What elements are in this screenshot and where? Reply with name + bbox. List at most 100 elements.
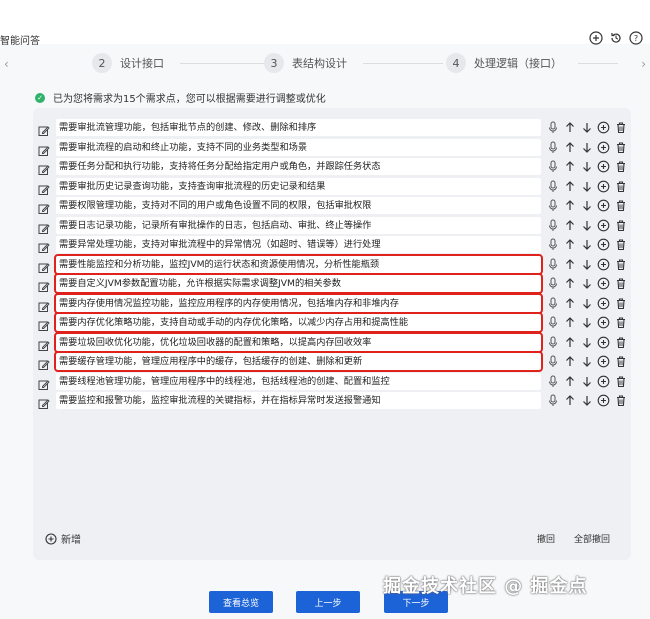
trash-icon[interactable] bbox=[613, 374, 628, 389]
edit-icon[interactable] bbox=[38, 220, 50, 234]
arrow-down-icon[interactable] bbox=[579, 120, 594, 135]
arrow-up-icon[interactable] bbox=[562, 237, 577, 252]
requirement-text[interactable]: 需要审批历史记录查询功能，支持查询审批流程的历史记录和结果 bbox=[56, 177, 541, 195]
requirement-text[interactable]: 需要任务分配和执行功能，支持将任务分配给指定用户或角色，并跟踪任务状态 bbox=[56, 158, 541, 175]
step-logic[interactable]: 4 处理逻辑（接口） bbox=[446, 53, 618, 73]
trash-icon[interactable] bbox=[613, 198, 628, 213]
arrow-down-icon[interactable] bbox=[579, 335, 594, 350]
add-circle-icon[interactable] bbox=[596, 354, 611, 369]
requirement-text[interactable]: 需要内存使用情况监控功能，监控应用程序的内存使用情况，包括堆内存和非堆内存 bbox=[54, 292, 543, 314]
arrow-down-icon[interactable] bbox=[579, 159, 594, 174]
arrow-down-icon[interactable] bbox=[579, 140, 594, 155]
arrow-up-icon[interactable] bbox=[562, 179, 577, 194]
trash-icon[interactable] bbox=[613, 120, 628, 135]
arrow-down-icon[interactable] bbox=[579, 393, 594, 408]
edit-icon[interactable] bbox=[38, 239, 50, 253]
step-table-design[interactable]: 3 表结构设计 bbox=[264, 53, 443, 73]
edit-icon[interactable] bbox=[38, 259, 50, 273]
arrow-down-icon[interactable] bbox=[579, 179, 594, 194]
trash-icon[interactable] bbox=[613, 218, 628, 233]
add-circle-icon[interactable] bbox=[596, 237, 611, 252]
microphone-icon[interactable] bbox=[545, 354, 560, 369]
requirement-text[interactable]: 需要性能监控和分析功能，监控JVM的运行状态和资源使用情况，分析性能瓶颈 bbox=[54, 253, 543, 275]
microphone-icon[interactable] bbox=[545, 374, 560, 389]
arrow-up-icon[interactable] bbox=[562, 257, 577, 272]
view-summary-button[interactable]: 查看总览 bbox=[209, 591, 273, 613]
edit-icon[interactable] bbox=[38, 278, 50, 292]
edit-icon[interactable] bbox=[38, 200, 50, 214]
microphone-icon[interactable] bbox=[545, 276, 560, 291]
edit-icon[interactable] bbox=[38, 181, 50, 195]
arrow-up-icon[interactable] bbox=[562, 120, 577, 135]
requirement-text[interactable]: 需要垃圾回收优化功能，优化垃圾回收器的配置和策略，以提高内存回收效率 bbox=[54, 331, 543, 353]
requirement-text[interactable]: 需要日志记录功能，记录所有审批操作的日志，包括启动、审批、终止等操作 bbox=[56, 216, 541, 234]
add-circle-icon[interactable] bbox=[596, 296, 611, 311]
add-circle-icon[interactable] bbox=[596, 140, 611, 155]
requirement-text[interactable]: 需要自定义JVM参数配置功能，允许根据实际需求调整JVM的相关参数 bbox=[54, 273, 543, 294]
microphone-icon[interactable] bbox=[545, 296, 560, 311]
trash-icon[interactable] bbox=[613, 315, 628, 330]
trash-icon[interactable] bbox=[613, 354, 628, 369]
add-circle-icon[interactable] bbox=[596, 315, 611, 330]
help-icon[interactable]: ? bbox=[628, 30, 644, 46]
add-circle-icon[interactable] bbox=[596, 335, 611, 350]
microphone-icon[interactable] bbox=[545, 198, 560, 213]
requirement-text[interactable]: 需要内存优化策略功能，支持自动或手动的内存优化策略，以减少内存占用和提高性能 bbox=[54, 312, 543, 333]
add-circle-icon[interactable] bbox=[596, 159, 611, 174]
microphone-icon[interactable] bbox=[545, 237, 560, 252]
trash-icon[interactable] bbox=[613, 296, 628, 311]
arrow-down-icon[interactable] bbox=[579, 198, 594, 213]
edit-icon[interactable] bbox=[38, 376, 50, 390]
add-circle-icon[interactable] bbox=[596, 179, 611, 194]
add-circle-icon[interactable] bbox=[596, 120, 611, 135]
arrow-up-icon[interactable] bbox=[562, 393, 577, 408]
chevron-left-icon[interactable]: ‹ bbox=[4, 57, 9, 71]
add-circle-icon[interactable] bbox=[596, 218, 611, 233]
trash-icon[interactable] bbox=[613, 335, 628, 350]
arrow-down-icon[interactable] bbox=[579, 354, 594, 369]
microphone-icon[interactable] bbox=[545, 257, 560, 272]
microphone-icon[interactable] bbox=[545, 315, 560, 330]
edit-icon[interactable] bbox=[38, 298, 50, 312]
arrow-up-icon[interactable] bbox=[562, 159, 577, 174]
arrow-up-icon[interactable] bbox=[562, 198, 577, 213]
requirement-text[interactable]: 需要监控和报警功能，监控审批流程的关键指标，并在指标异常时发送报警通知 bbox=[56, 392, 541, 409]
arrow-up-icon[interactable] bbox=[562, 140, 577, 155]
requirement-text[interactable]: 需要审批流管理功能，包括审批节点的创建、修改、删除和排序 bbox=[56, 119, 541, 136]
add-circle-icon[interactable] bbox=[588, 30, 604, 46]
arrow-up-icon[interactable] bbox=[562, 296, 577, 311]
edit-icon[interactable] bbox=[38, 142, 50, 156]
arrow-up-icon[interactable] bbox=[562, 374, 577, 389]
add-circle-icon[interactable] bbox=[596, 276, 611, 291]
chevron-right-icon[interactable]: › bbox=[641, 57, 646, 71]
edit-icon[interactable] bbox=[38, 317, 50, 331]
trash-icon[interactable] bbox=[613, 179, 628, 194]
add-circle-icon[interactable] bbox=[596, 393, 611, 408]
arrow-down-icon[interactable] bbox=[579, 374, 594, 389]
edit-icon[interactable] bbox=[38, 395, 50, 409]
microphone-icon[interactable] bbox=[545, 335, 560, 350]
trash-icon[interactable] bbox=[613, 140, 628, 155]
prev-step-button[interactable]: 上一步 bbox=[296, 591, 360, 613]
trash-icon[interactable] bbox=[613, 276, 628, 291]
arrow-down-icon[interactable] bbox=[579, 276, 594, 291]
microphone-icon[interactable] bbox=[545, 179, 560, 194]
history-icon[interactable] bbox=[608, 30, 624, 46]
trash-icon[interactable] bbox=[613, 237, 628, 252]
trash-icon[interactable] bbox=[613, 159, 628, 174]
requirement-text[interactable]: 需要线程池管理功能，管理应用程序中的线程池，包括线程池的创建、配置和监控 bbox=[56, 372, 541, 390]
step-design-api[interactable]: 2 设计接口 bbox=[92, 53, 270, 73]
edit-icon[interactable] bbox=[38, 161, 50, 175]
arrow-up-icon[interactable] bbox=[562, 276, 577, 291]
arrow-down-icon[interactable] bbox=[579, 218, 594, 233]
trash-icon[interactable] bbox=[613, 393, 628, 408]
trash-icon[interactable] bbox=[613, 257, 628, 272]
add-circle-icon[interactable] bbox=[596, 257, 611, 272]
add-circle-icon[interactable] bbox=[596, 374, 611, 389]
undo-all-button[interactable]: 全部撤回 bbox=[574, 532, 610, 545]
arrow-down-icon[interactable] bbox=[579, 296, 594, 311]
add-circle-icon[interactable] bbox=[596, 198, 611, 213]
arrow-up-icon[interactable] bbox=[562, 315, 577, 330]
edit-icon[interactable] bbox=[38, 122, 50, 136]
requirement-text[interactable]: 需要异常处理功能，支持对审批流程中的异常情况（如超时、错误等）进行处理 bbox=[56, 236, 541, 253]
